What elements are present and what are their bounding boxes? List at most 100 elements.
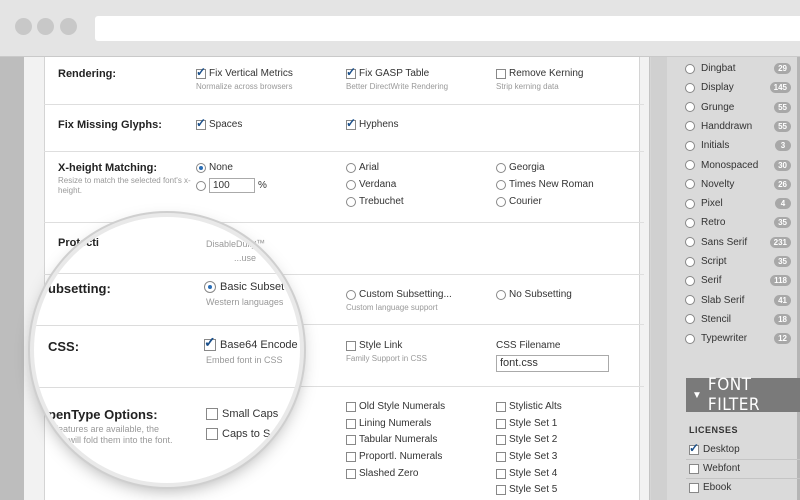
radio-icon <box>685 198 695 209</box>
checkbox-icon <box>346 451 356 462</box>
small-caps-checkbox[interactable]: Small Caps <box>206 408 278 420</box>
caps-to-small-checkbox[interactable]: Caps to S <box>206 428 270 440</box>
category-pixel-radio[interactable]: Pixel 4 <box>685 194 791 213</box>
css-filename-label: CSS Filename <box>496 340 561 351</box>
radio-icon <box>685 333 695 344</box>
style-set-2-checkbox[interactable]: Style Set 2 <box>496 434 557 445</box>
xheight-percent-input[interactable]: 100 <box>209 178 255 193</box>
font-verdana-radio[interactable]: Verdana <box>346 179 396 190</box>
fix-gasp-table-checkbox[interactable]: Fix GASP Table <box>346 65 429 79</box>
font-arial-radio[interactable]: Arial <box>346 162 379 173</box>
radio-icon <box>196 180 206 191</box>
base64-encode-checkbox[interactable]: Base64 Encode <box>204 334 298 351</box>
base64-encode-sub: Embed font in CSS <box>206 355 283 365</box>
radio-icon <box>346 179 356 190</box>
font-georgia-radio[interactable]: Georgia <box>496 162 545 173</box>
xheight-label: X-height Matching: <box>58 162 157 174</box>
style-set-3-checkbox[interactable]: Style Set 3 <box>496 451 557 462</box>
checkbox-icon <box>689 463 699 474</box>
lining-numerals-checkbox[interactable]: Lining Numerals <box>346 418 431 429</box>
radio-icon <box>685 140 695 151</box>
stylistic-alts-checkbox[interactable]: Stylistic Alts <box>496 401 562 412</box>
fix-vertical-metrics-checkbox[interactable]: Fix Vertical Metrics <box>196 65 293 79</box>
category-initials-radio[interactable]: Initials 3 <box>685 136 791 155</box>
category-retro-radio[interactable]: Retro 35 <box>685 213 791 232</box>
category-handdrawn-radio[interactable]: Handdrawn 55 <box>685 117 791 136</box>
category-count-badge: 30 <box>774 159 791 171</box>
radio-icon <box>685 179 695 190</box>
category-grunge-radio[interactable]: Grunge 55 <box>685 98 791 117</box>
radio-icon <box>685 160 695 170</box>
xheight-row: X-height Matching: Resize to match the s… <box>44 152 644 223</box>
custom-subsetting-radio[interactable]: Custom Subsetting... <box>346 289 452 300</box>
font-filter-header[interactable]: ▼ FONT FILTER <box>686 375 800 415</box>
category-slab-serif-radio[interactable]: Slab Serif 41 <box>685 291 791 310</box>
window-close-dot[interactable] <box>15 18 32 35</box>
tabular-numerals-checkbox[interactable]: Tabular Numerals <box>346 434 437 445</box>
checkbox-icon <box>496 451 506 462</box>
window-minimize-dot[interactable] <box>37 18 54 35</box>
checkbox-icon <box>204 334 216 351</box>
category-monospaced-radio[interactable]: Monospaced 30 <box>685 156 791 175</box>
checkbox-icon <box>206 408 218 420</box>
window-maximize-dot[interactable] <box>60 18 77 35</box>
license-desktop-checkbox[interactable]: Desktop <box>689 441 740 455</box>
xheight-none-radio[interactable]: None <box>196 162 233 173</box>
category-sans-serif-radio[interactable]: Sans Serif 231 <box>685 233 791 252</box>
category-dingbat-radio[interactable]: Dingbat 29 <box>685 59 791 78</box>
style-link-checkbox[interactable]: Style Link <box>346 340 402 351</box>
radio-icon <box>196 162 206 173</box>
remove-kerning-sub: Strip kerning data <box>496 82 559 91</box>
category-name: Monospaced <box>701 159 759 171</box>
radio-icon <box>204 281 216 293</box>
category-script-radio[interactable]: Script 35 <box>685 252 791 271</box>
checkbox-icon <box>496 468 506 479</box>
category-count-badge: 55 <box>774 120 791 132</box>
category-novelty-radio[interactable]: Novelty 26 <box>685 175 791 194</box>
divider <box>686 459 800 460</box>
style-set-5-checkbox[interactable]: Style Set 5 <box>496 484 557 495</box>
style-set-4-checkbox[interactable]: Style Set 4 <box>496 468 557 479</box>
category-count-badge: 26 <box>774 178 791 190</box>
remove-kerning-checkbox[interactable]: Remove Kerning <box>496 68 583 79</box>
spaces-checkbox[interactable]: Spaces <box>196 116 242 130</box>
license-ebook-checkbox[interactable]: Ebook <box>689 482 731 493</box>
fix-gasp-table-sub: Better DirectWrite Rendering <box>346 82 449 91</box>
category-typewriter-radio[interactable]: Typewriter 12 <box>685 329 791 348</box>
radio-icon <box>346 196 356 207</box>
category-serif-radio[interactable]: Serif 118 <box>685 271 791 290</box>
category-count-badge: 3 <box>775 140 791 152</box>
radio-icon <box>685 256 695 267</box>
proportional-numerals-checkbox[interactable]: Proportl. Numerals <box>346 451 442 462</box>
xheight-percent-radio[interactable]: 100 % <box>196 178 267 193</box>
radio-icon <box>346 162 356 173</box>
basic-subset-radio[interactable]: Basic Subset <box>204 281 284 293</box>
font-trebuchet-radio[interactable]: Trebuchet <box>346 196 404 207</box>
css-filename-input[interactable]: font.css <box>496 355 609 372</box>
fix-vertical-metrics-sub: Normalize across browsers <box>196 82 293 91</box>
address-bar[interactable] <box>95 16 800 41</box>
basic-subset-sub: Western languages <box>206 297 284 307</box>
category-stencil-radio[interactable]: Stencil 18 <box>685 310 791 329</box>
radio-icon <box>685 121 695 132</box>
no-subsetting-radio[interactable]: No Subsetting <box>496 289 572 300</box>
slashed-zero-checkbox[interactable]: Slashed Zero <box>346 468 418 479</box>
old-style-numerals-checkbox[interactable]: Old Style Numerals <box>346 401 445 412</box>
mag-opentype-label: penType Options: <box>48 407 158 422</box>
category-count-badge: 145 <box>769 82 791 94</box>
category-count-badge: 231 <box>769 236 791 248</box>
missing-glyphs-row: Fix Missing Glyphs: Spaces Hyphens <box>44 105 644 152</box>
category-display-radio[interactable]: Display 145 <box>685 78 791 97</box>
font-courier-radio[interactable]: Courier <box>496 196 542 207</box>
category-name: Grunge <box>701 101 735 113</box>
category-count-badge: 4 <box>775 198 791 210</box>
hyphens-checkbox[interactable]: Hyphens <box>346 116 398 130</box>
license-webfont-checkbox[interactable]: Webfont <box>689 463 740 474</box>
category-count-badge: 35 <box>774 256 791 267</box>
style-set-1-checkbox[interactable]: Style Set 1 <box>496 418 557 429</box>
checkbox-icon <box>196 116 206 130</box>
font-times-radio[interactable]: Times New Roman <box>496 179 594 190</box>
category-count-badge: 12 <box>774 333 791 345</box>
checkbox-icon <box>496 401 506 412</box>
custom-subsetting-sub: Custom language support <box>346 303 438 312</box>
